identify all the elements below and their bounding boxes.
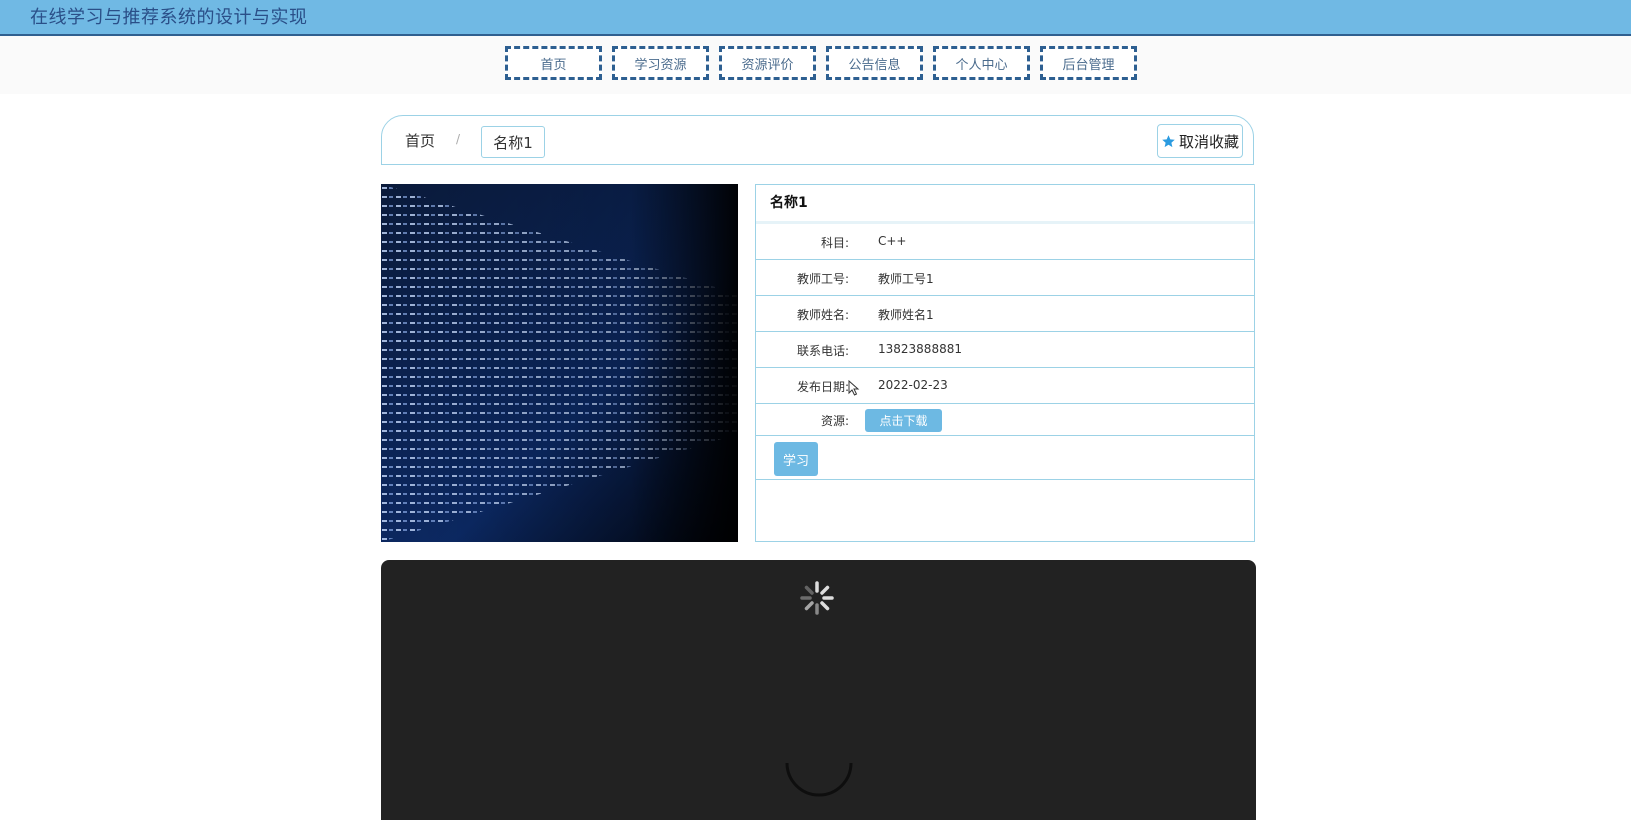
detail-row-phone: 联系电话: 13823888881 [756, 332, 1254, 368]
star-icon [1162, 134, 1175, 147]
detail-value: 教师姓名1 [878, 308, 934, 322]
detail-value: C++ [878, 234, 907, 248]
nav-item-admin[interactable]: 后台管理 [1040, 46, 1137, 80]
nav-item-personal-center[interactable]: 个人中心 [933, 46, 1030, 80]
detail-value: 教师工号1 [878, 272, 934, 286]
video-player[interactable] [381, 560, 1256, 820]
detail-label: 资源: [820, 414, 849, 428]
detail-label: 教师姓名: [796, 308, 849, 322]
site-title: 在线学习与推荐系统的设计与实现 [30, 7, 308, 28]
download-button[interactable]: 点击下载 [865, 409, 942, 432]
cancel-favorite-button[interactable]: 取消收藏 [1157, 124, 1243, 158]
detail-row-subject: 科目: C++ [756, 224, 1254, 260]
code-background-image [381, 184, 738, 542]
mouse-cursor-icon [848, 380, 860, 396]
detail-label: 联系电话: [796, 344, 849, 358]
video-loading-arc-icon [785, 762, 853, 797]
nav-item-home[interactable]: 首页 [505, 46, 602, 80]
detail-row-resource: 资源: 点击下载 [756, 404, 1254, 436]
nav-item-announcements[interactable]: 公告信息 [826, 46, 923, 80]
detail-label: 发布日期: [796, 380, 849, 394]
detail-value: 13823888881 [878, 342, 962, 356]
breadcrumb-separator: / [456, 132, 461, 146]
resource-title: 名称1 [756, 185, 1254, 224]
breadcrumb-current: 名称1 [481, 126, 545, 158]
study-row: 学习 [756, 436, 1254, 480]
detail-label: 科目: [820, 236, 849, 250]
nav-item-learning-resources[interactable]: 学习资源 [612, 46, 709, 80]
detail-row-teacher-id: 教师工号: 教师工号1 [756, 260, 1254, 296]
detail-row-publish-date: 发布日期: 2022-02-23 [756, 368, 1254, 404]
loading-spinner-icon [800, 581, 834, 615]
breadcrumb-home-link[interactable]: 首页 [405, 130, 435, 151]
resource-cover-image [381, 184, 738, 542]
main-nav: 首页 学习资源 资源评价 公告信息 个人中心 后台管理 [505, 46, 1137, 80]
detail-value: 2022-02-23 [878, 378, 948, 392]
detail-row-teacher-name: 教师姓名: 教师姓名1 [756, 296, 1254, 332]
detail-label: 教师工号: [796, 272, 849, 286]
top-header: 在线学习与推荐系统的设计与实现 [0, 0, 1631, 36]
nav-item-resource-reviews[interactable]: 资源评价 [719, 46, 816, 80]
cancel-favorite-label: 取消收藏 [1178, 132, 1239, 151]
study-button[interactable]: 学习 [774, 442, 818, 476]
breadcrumb: 首页 / 名称1 取消收藏 [381, 115, 1254, 165]
resource-detail-panel: 名称1 科目: C++ 教师工号: 教师工号1 教师姓名: 教师姓名1 联系电话… [755, 184, 1255, 542]
